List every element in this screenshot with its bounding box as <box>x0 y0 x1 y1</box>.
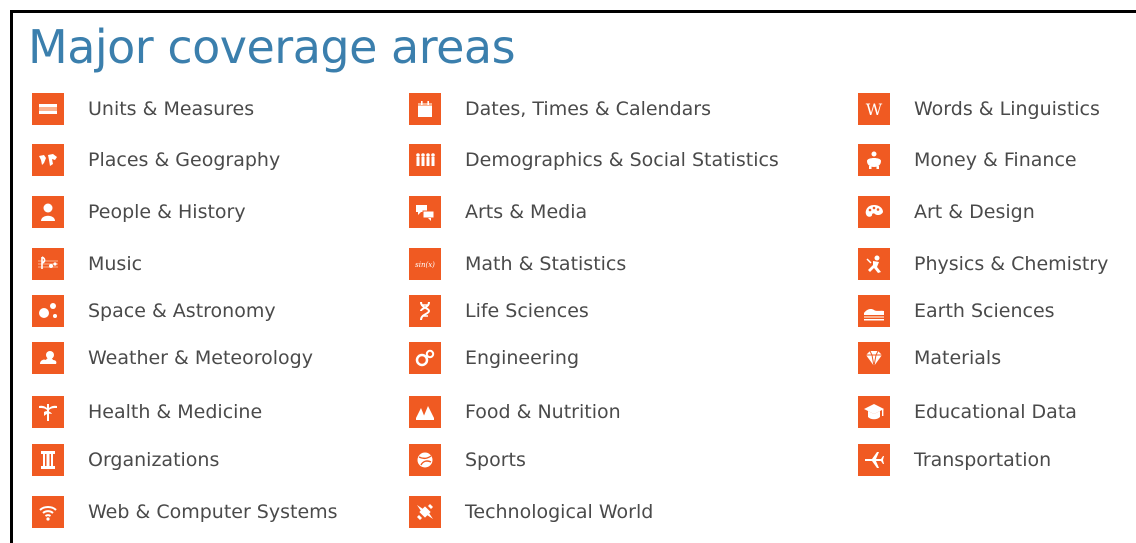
coverage-item-life-sciences[interactable]: Life Sciences <box>409 295 589 327</box>
music-staff-icon <box>32 248 64 280</box>
coverage-item-label: Organizations <box>88 449 220 471</box>
coverage-item-music[interactable]: Music <box>32 248 142 280</box>
coverage-item-engineering[interactable]: Engineering <box>409 342 579 374</box>
coverage-item-label: Food & Nutrition <box>465 401 621 423</box>
terrain-icon <box>858 295 890 327</box>
coverage-item-label: Educational Data <box>914 401 1077 423</box>
gears-icon <box>409 342 441 374</box>
graduation-cap-icon <box>858 396 890 428</box>
coverage-item-earth-sciences[interactable]: Earth Sciences <box>858 295 1055 327</box>
coverage-item-label: Sports <box>465 449 526 471</box>
caduceus-icon <box>32 396 64 428</box>
svg-text:W: W <box>866 100 883 119</box>
coverage-item-art-design[interactable]: Art & Design <box>858 196 1035 228</box>
coverage-item-sports[interactable]: Sports <box>409 444 526 476</box>
coverage-item-label: Technological World <box>465 501 654 523</box>
coverage-item-label: Units & Measures <box>88 98 255 120</box>
coverage-item-food-nutrition[interactable]: Food & Nutrition <box>409 396 621 428</box>
coverage-item-words-linguistics[interactable]: W Words & Linguistics <box>858 93 1100 125</box>
calendar-icon <box>409 93 441 125</box>
coverage-item-educational-data[interactable]: Educational Data <box>858 396 1077 428</box>
airplane-icon <box>858 444 890 476</box>
coverage-item-math-statistics[interactable]: sin(x) Math & Statistics <box>409 248 626 280</box>
coverage-item-units-measures[interactable]: Units & Measures <box>32 93 254 125</box>
sun-cloud-icon <box>32 342 64 374</box>
coverage-item-places-geography[interactable]: Places & Geography <box>32 144 280 176</box>
world-map-icon <box>32 144 64 176</box>
coverage-item-label: Physics & Chemistry <box>914 253 1109 275</box>
coverage-item-label: Life Sciences <box>465 300 589 322</box>
satellite-icon <box>409 496 441 528</box>
page-title: Major coverage areas <box>28 20 516 74</box>
coverage-item-technological-world[interactable]: Technological World <box>409 496 653 528</box>
coverage-item-label: Music <box>88 253 143 275</box>
ball-icon <box>409 444 441 476</box>
coverage-item-health-medicine[interactable]: Health & Medicine <box>32 396 262 428</box>
coverage-item-space-astronomy[interactable]: Space & Astronomy <box>32 295 276 327</box>
speech-bubbles-icon <box>409 196 441 228</box>
coverage-item-label: Art & Design <box>914 201 1035 223</box>
coverage-item-label: Earth Sciences <box>914 300 1055 322</box>
coverage-item-money-finance[interactable]: Money & Finance <box>858 144 1077 176</box>
coverage-item-dates-times-calendars[interactable]: Dates, Times & Calendars <box>409 93 711 125</box>
coverage-item-label: Arts & Media <box>465 201 588 223</box>
coverage-item-label: Materials <box>914 347 1002 369</box>
letter-w-icon: W <box>858 93 890 125</box>
coverage-item-demographics-social-statistics[interactable]: Demographics & Social Statistics <box>409 144 779 176</box>
wifi-icon <box>32 496 64 528</box>
atom-figure-icon <box>858 248 890 280</box>
coverage-item-label: People & History <box>88 201 246 223</box>
coverage-item-materials[interactable]: Materials <box>858 342 1001 374</box>
coverage-item-label: Transportation <box>914 449 1052 471</box>
coverage-item-label: Words & Linguistics <box>914 98 1100 120</box>
coverage-item-arts-media[interactable]: Arts & Media <box>409 196 587 228</box>
column-icon <box>32 444 64 476</box>
coverage-item-web-computer-systems[interactable]: Web & Computer Systems <box>32 496 338 528</box>
coverage-item-people-history[interactable]: People & History <box>32 196 246 228</box>
coverage-item-transportation[interactable]: Transportation <box>858 444 1051 476</box>
math-function-icon: sin(x) <box>409 248 441 280</box>
food-icon <box>409 396 441 428</box>
piggy-bank-icon <box>858 144 890 176</box>
coverage-item-label: Engineering <box>465 347 579 369</box>
coverage-item-label: Weather & Meteorology <box>88 347 313 369</box>
coverage-item-label: Money & Finance <box>914 149 1077 171</box>
planets-icon <box>32 295 64 327</box>
coverage-item-weather-meteorology[interactable]: Weather & Meteorology <box>32 342 313 374</box>
coverage-item-label: Health & Medicine <box>88 401 263 423</box>
svg-text:sin(x): sin(x) <box>415 261 435 269</box>
dna-icon <box>409 295 441 327</box>
coverage-item-label: Math & Statistics <box>465 253 627 275</box>
person-bust-icon <box>32 196 64 228</box>
coverage-item-label: Places & Geography <box>88 149 281 171</box>
coverage-item-label: Web & Computer Systems <box>88 501 338 523</box>
coverage-item-label: Dates, Times & Calendars <box>465 98 712 120</box>
palette-icon <box>858 196 890 228</box>
coverage-item-label: Space & Astronomy <box>88 300 276 322</box>
coverage-item-label: Demographics & Social Statistics <box>465 149 779 171</box>
people-group-icon <box>409 144 441 176</box>
diamond-icon <box>858 342 890 374</box>
coverage-item-organizations[interactable]: Organizations <box>32 444 219 476</box>
coverage-item-physics-chemistry[interactable]: Physics & Chemistry <box>858 248 1108 280</box>
ruler-icon <box>32 93 64 125</box>
